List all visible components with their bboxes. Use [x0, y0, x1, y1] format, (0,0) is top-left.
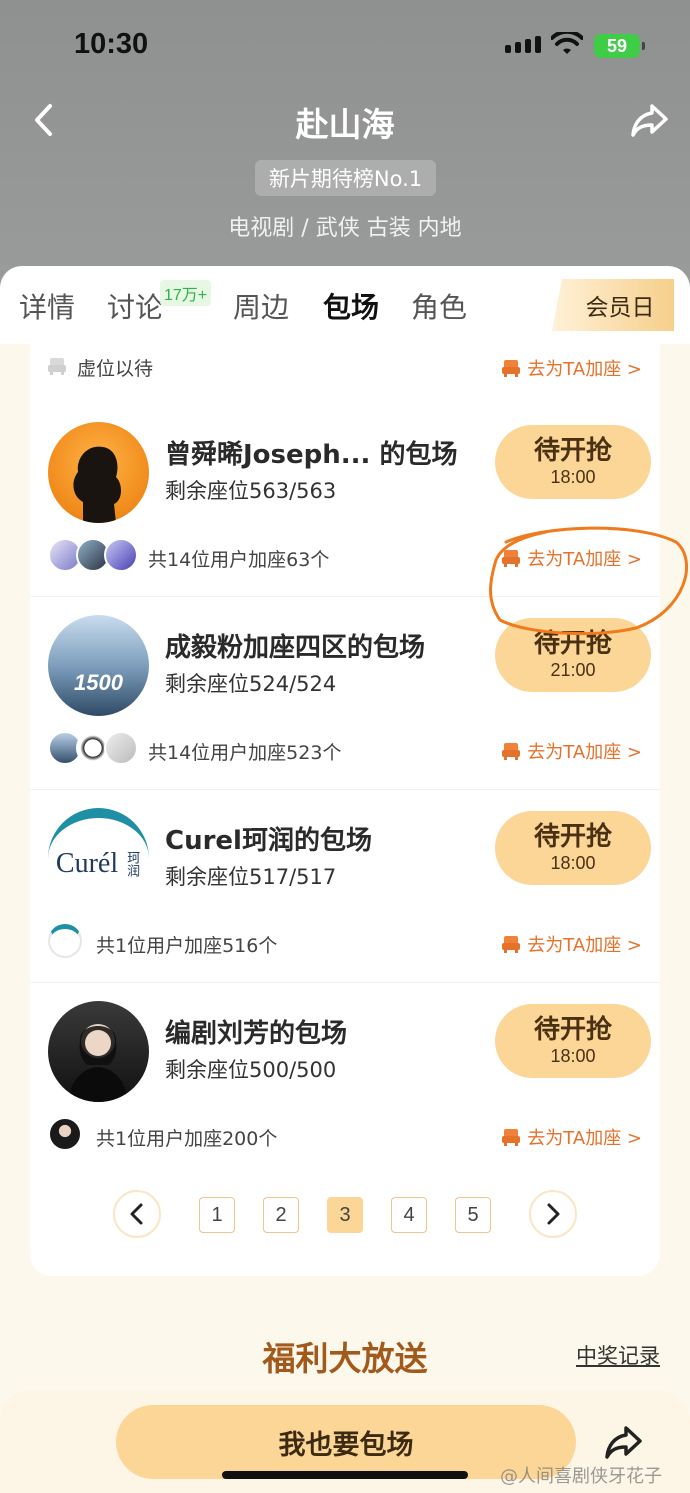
join-seat-link[interactable]: 去为TA加座 > — [501, 738, 642, 764]
avatar-text: Curél — [55, 847, 119, 879]
chevron-right-icon — [547, 1203, 560, 1225]
users-count: 共1位用户加座516个 — [96, 935, 278, 957]
grab-button[interactable]: 待开抢 18:00 — [495, 811, 651, 885]
seat-icon — [502, 936, 521, 953]
grab-time: 18:00 — [550, 467, 596, 487]
join-seat-link[interactable]: 去为TA加座 > — [501, 931, 642, 957]
next-page-button[interactable] — [529, 1190, 577, 1238]
vacancy-text: 虚位以待 — [77, 358, 154, 380]
item-title: 编剧刘芳的包场 — [165, 1019, 348, 1049]
charter-item-curel[interactable]: Curél 珂润 Curel珂润的包场 剩余座位517/517 待开抢 18:0… — [30, 790, 660, 983]
grab-button-label: 待开抢 — [533, 1015, 612, 1045]
share-icon[interactable] — [602, 1420, 646, 1464]
chevron-left-icon — [130, 1203, 143, 1225]
pagination: 1 2 3 4 5 — [30, 1190, 660, 1240]
tab-bar: 详情 讨论 17万+ 周边 包场 角色 会员日 — [0, 266, 690, 344]
users-row: 共1位用户加座200个 去为TA加座 > — [30, 1113, 660, 1157]
grab-time: 18:00 — [550, 1046, 596, 1066]
grab-button[interactable]: 待开抢 18:00 — [495, 425, 651, 499]
tab-charter[interactable]: 包场 — [323, 286, 379, 326]
item-seats: 剩余座位517/517 — [165, 865, 337, 889]
users-count: 共1位用户加座200个 — [96, 1128, 278, 1150]
status-time: 10:30 — [74, 28, 149, 60]
grab-button-label: 待开抢 — [533, 822, 612, 852]
avatar — [104, 731, 138, 765]
user-avatars — [48, 731, 138, 765]
avatar: Curél 珂润 — [48, 808, 149, 909]
item-seats: 剩余座位500/500 — [165, 1058, 337, 1082]
join-seat-link[interactable]: 去为TA加座 > — [501, 545, 642, 571]
item-seats: 剩余座位563/563 — [165, 479, 337, 503]
join-seat-label: 去为TA加座 > — [527, 359, 642, 380]
grab-button-label: 待开抢 — [533, 629, 612, 659]
users-count: 共14位用户加座523个 — [148, 742, 342, 764]
charter-list: 虚位以待 去为TA加座 > 曾舜晞Joseph... 的包场 剩余座位563/5… — [30, 344, 660, 1276]
seat-icon — [502, 1129, 521, 1146]
page-5-button[interactable]: 5 — [455, 1197, 491, 1233]
join-seat-link[interactable]: 去为TA加座 > — [501, 1124, 642, 1150]
battery-level: 59 — [606, 35, 628, 56]
item-title: 成毅粉加座四区的包场 — [165, 633, 426, 663]
avatar — [48, 1117, 82, 1151]
avatar — [48, 1001, 149, 1102]
header: 10:30 59 赴山海 新片期待榜No.1 电视剧 / 武侠 古装 内地 — [0, 0, 690, 300]
avatar — [48, 422, 149, 523]
charter-item-joseph[interactable]: 曾舜晞Joseph... 的包场 剩余座位563/563 待开抢 18:00 共… — [30, 404, 660, 597]
users-count: 共14位用户加座63个 — [148, 549, 330, 571]
page-4-button[interactable]: 4 — [391, 1197, 427, 1233]
join-seat-label: 去为TA加座 > — [527, 935, 642, 956]
seat-icon — [502, 743, 521, 760]
watermark: @人间喜剧侠牙花子 — [500, 1466, 662, 1487]
battery-indicator: 59 — [594, 34, 645, 58]
grab-time: 21:00 — [550, 660, 596, 680]
prev-page-button[interactable] — [113, 1190, 161, 1238]
discussion-count-badge: 17万+ — [160, 280, 212, 306]
seat-icon — [502, 550, 521, 567]
seat-icon — [502, 360, 521, 377]
page-3-button[interactable]: 3 — [327, 1197, 363, 1233]
item-title: 曾舜晞Joseph... 的包场 — [165, 440, 458, 470]
seat-icon — [48, 358, 66, 375]
user-avatars — [48, 924, 82, 958]
status-bar: 10:30 59 — [0, 0, 690, 90]
signal-icon — [505, 36, 541, 53]
grab-time: 18:00 — [550, 853, 596, 873]
users-row: 共14位用户加座63个 去为TA加座 > — [30, 534, 660, 578]
wifi-icon — [551, 32, 583, 54]
user-avatars — [48, 1117, 82, 1151]
grab-button[interactable]: 待开抢 18:00 — [495, 1004, 651, 1078]
winners-record-link[interactable]: 中奖记录 — [576, 1340, 660, 1370]
genre-text: 电视剧 / 武侠 古装 内地 — [228, 216, 462, 241]
item-title: Curel珂润的包场 — [165, 826, 372, 856]
charter-item-liufang[interactable]: 编剧刘芳的包场 剩余座位500/500 待开抢 18:00 共1位用户加座200… — [30, 983, 660, 1176]
avatar-text: 1500 — [74, 670, 123, 695]
share-icon[interactable] — [628, 98, 672, 142]
item-seats: 剩余座位524/524 — [165, 672, 337, 696]
grab-button[interactable]: 待开抢 21:00 — [495, 618, 651, 692]
avatar-text: 珂润 — [124, 850, 140, 877]
page-1-button[interactable]: 1 — [199, 1197, 235, 1233]
rank-badge[interactable]: 新片期待榜No.1 — [255, 160, 436, 196]
page-title: 赴山海 — [295, 105, 395, 144]
tab-merch[interactable]: 周边 — [233, 286, 289, 326]
users-row: 共1位用户加座516个 去为TA加座 > — [30, 920, 660, 964]
tab-discussion[interactable]: 讨论 — [107, 286, 163, 326]
page-2-button[interactable]: 2 — [263, 1197, 299, 1233]
join-seat-label: 去为TA加座 > — [527, 549, 642, 570]
member-day-button[interactable]: 会员日 — [552, 279, 674, 331]
avatar — [104, 538, 138, 572]
tab-characters[interactable]: 角色 — [411, 286, 467, 326]
tab-details[interactable]: 详情 — [19, 286, 75, 326]
join-seat-label: 去为TA加座 > — [527, 742, 642, 763]
user-avatars — [48, 538, 138, 572]
home-indicator — [222, 1471, 468, 1479]
charter-item-chengyi[interactable]: 1500 成毅粉加座四区的包场 剩余座位524/524 待开抢 21:00 共1… — [30, 597, 660, 790]
grab-button-label: 待开抢 — [533, 436, 612, 466]
list-item: 虚位以待 去为TA加座 > — [30, 344, 660, 388]
avatar: 1500 — [48, 615, 149, 716]
users-row: 共14位用户加座523个 去为TA加座 > — [30, 727, 660, 771]
join-seat-link[interactable]: 去为TA加座 > — [501, 355, 642, 381]
avatar — [48, 924, 82, 958]
join-seat-label: 去为TA加座 > — [527, 1128, 642, 1149]
